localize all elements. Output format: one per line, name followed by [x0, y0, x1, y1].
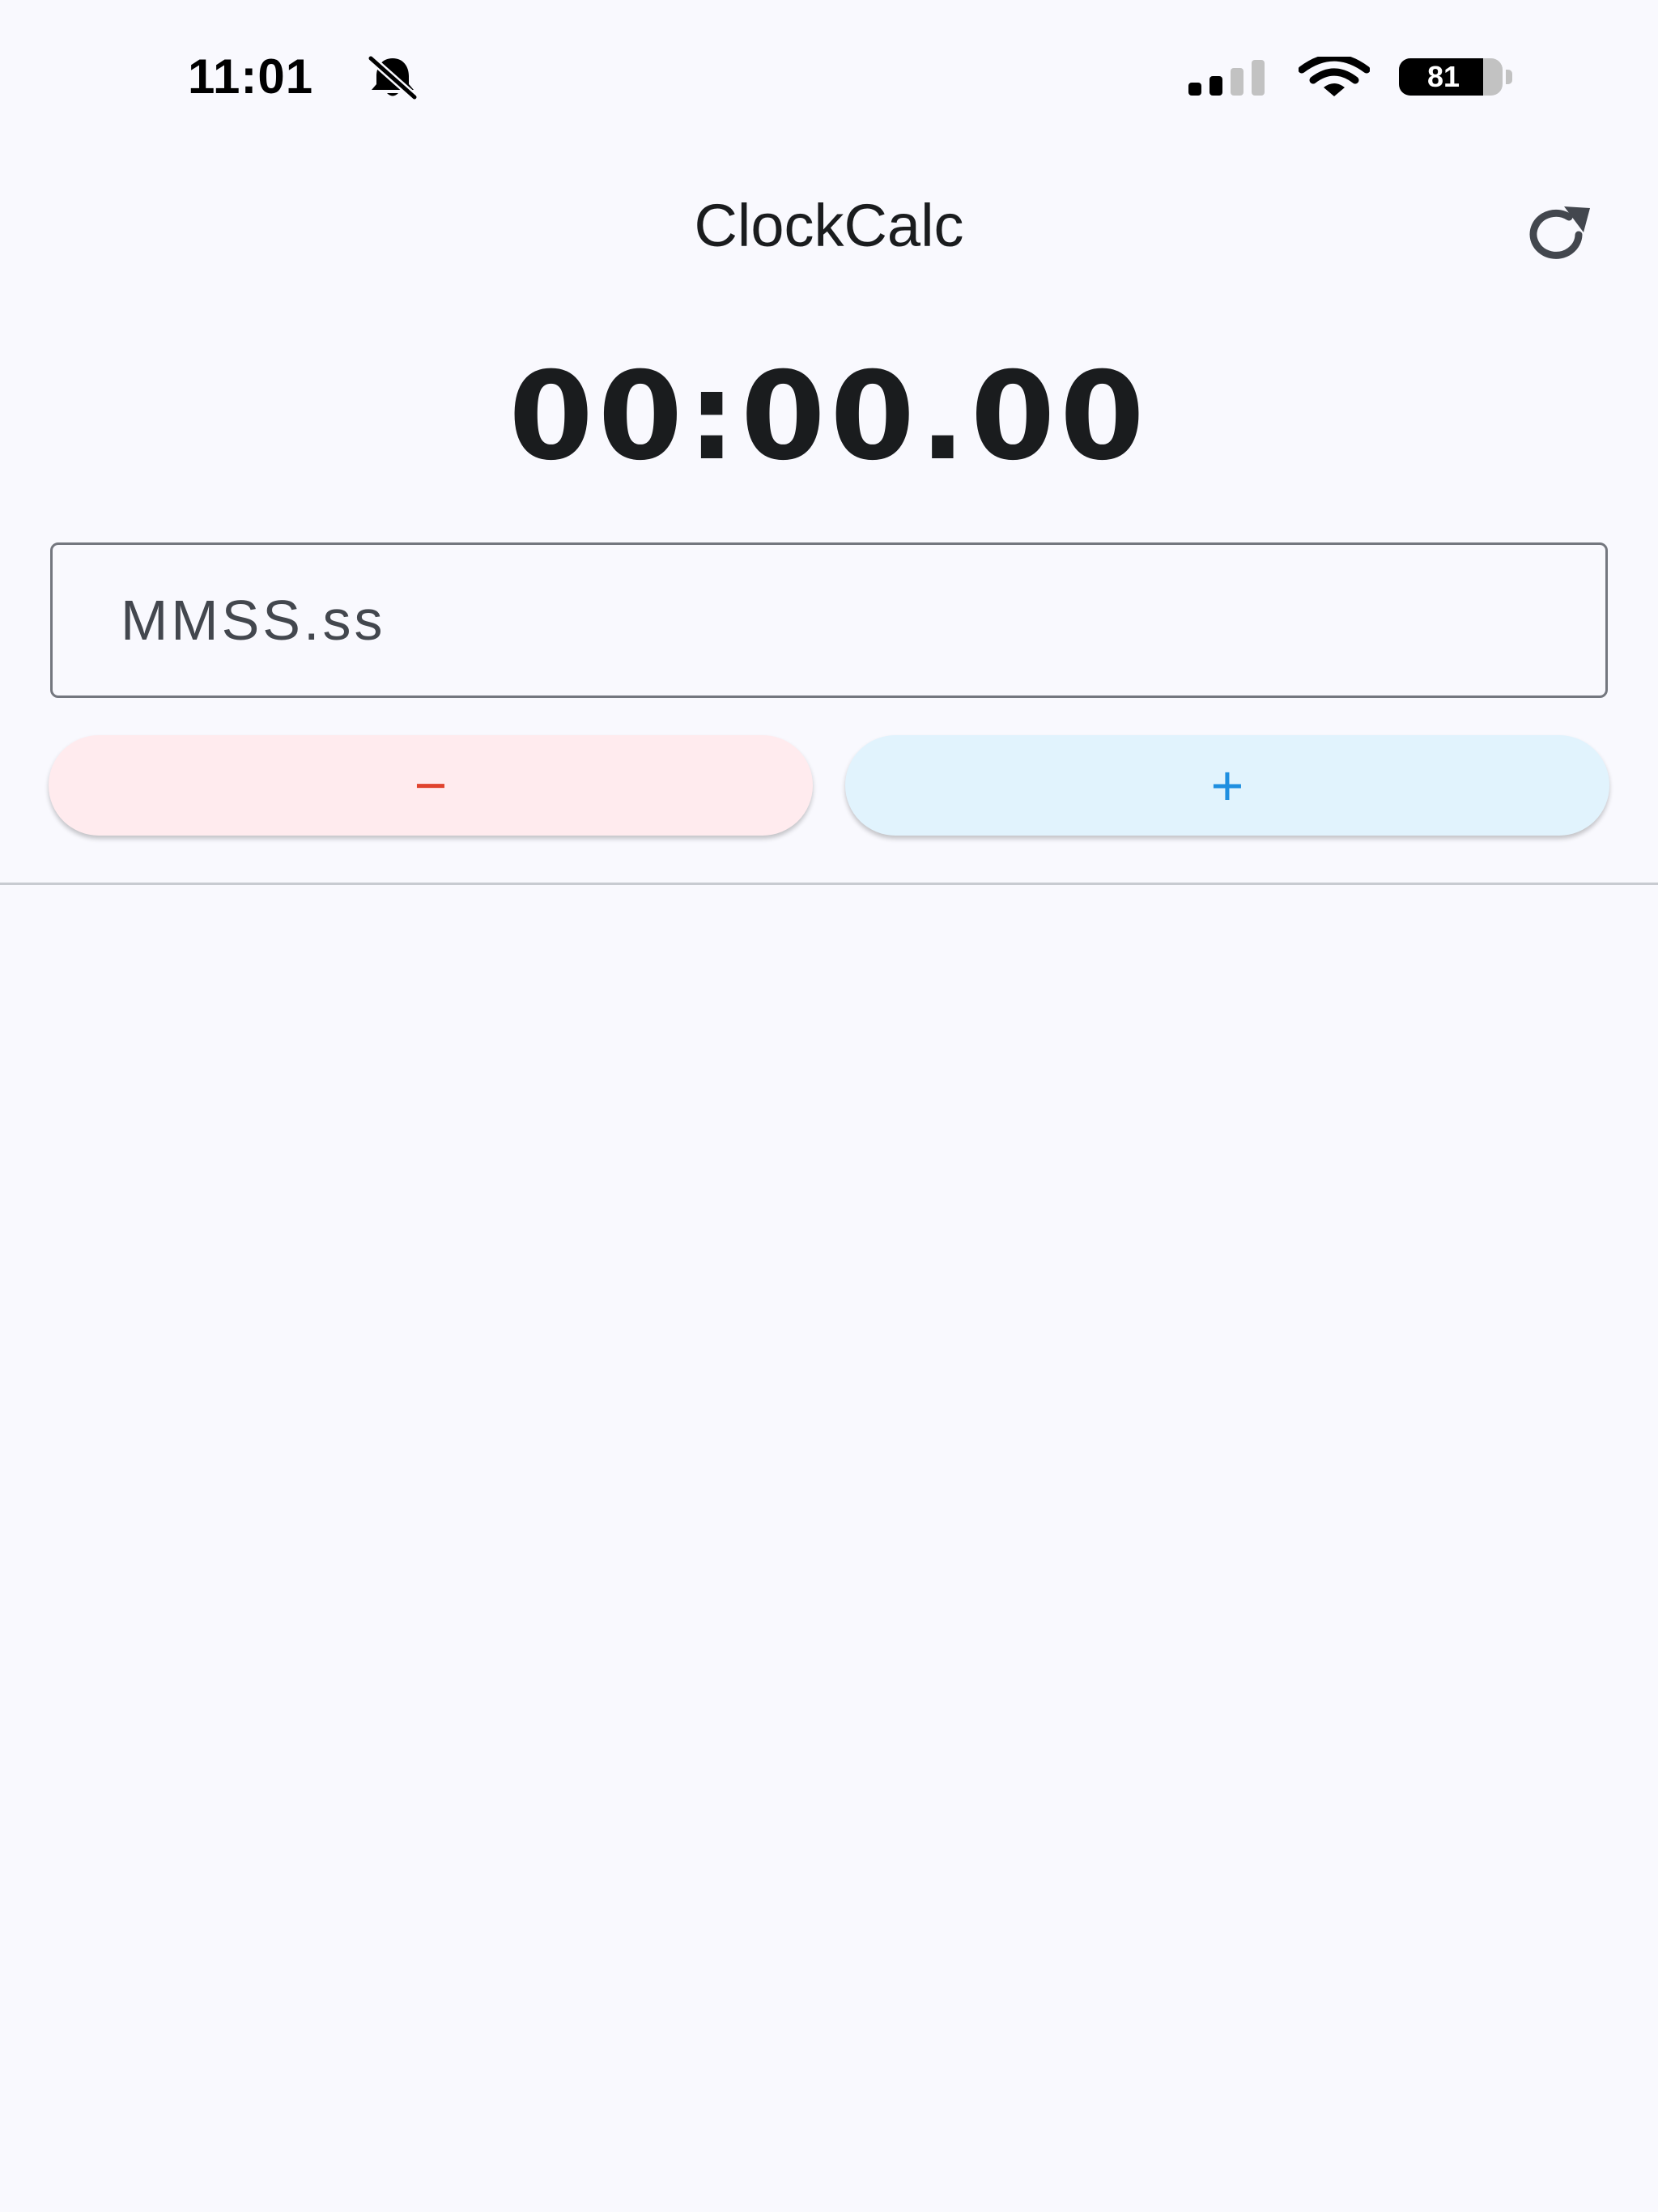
wifi-icon: [1298, 53, 1371, 97]
app-title: ClockCalc: [694, 192, 964, 259]
history-list: [0, 885, 1658, 2212]
battery-level: 81: [1426, 60, 1460, 93]
cellular-signal-icon: [1188, 60, 1269, 96]
refresh-button[interactable]: [1514, 194, 1603, 275]
subtract-label: −: [414, 754, 448, 817]
add-label: +: [1210, 754, 1244, 817]
silent-bell-icon: [364, 53, 421, 101]
subtract-button[interactable]: −: [49, 735, 813, 836]
app-bar: ClockCalc: [0, 162, 1658, 283]
status-time: 11:01: [188, 49, 314, 104]
time-input[interactable]: [50, 542, 1608, 698]
time-display: 00:00.00: [508, 347, 1150, 487]
add-button[interactable]: +: [845, 735, 1609, 836]
refresh-icon: [1522, 205, 1595, 266]
battery-icon: 81: [1399, 58, 1514, 96]
status-bar: 11:01 81: [0, 0, 1658, 154]
